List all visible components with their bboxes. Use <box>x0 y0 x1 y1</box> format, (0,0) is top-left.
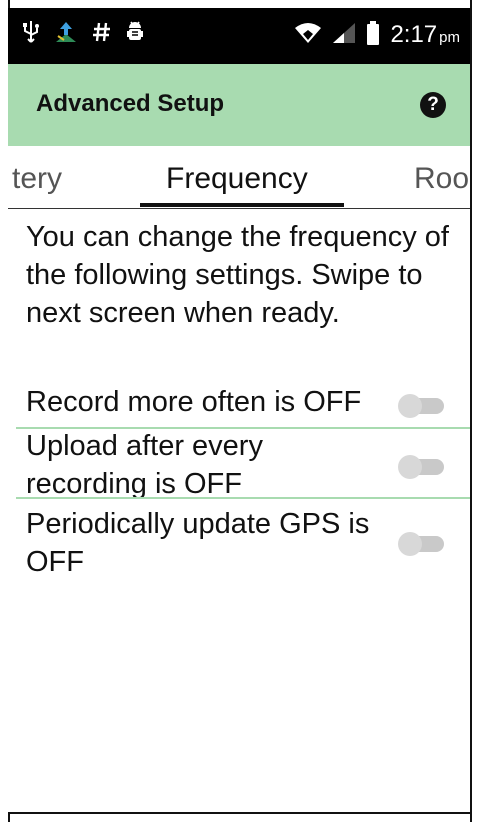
android-debug-icon <box>126 20 144 50</box>
device-frame-right <box>470 0 472 822</box>
record-more-often-toggle[interactable] <box>398 394 446 418</box>
tab-frequency[interactable]: Frequency <box>166 162 308 196</box>
upload-sync-icon <box>54 20 78 50</box>
setting-row-record-more-often[interactable]: Record more often is OFF <box>8 378 470 434</box>
app-screen: 2:17 pm Advanced Setup ? tery Frequency R… <box>8 8 470 812</box>
clock-time: 2:17 <box>390 21 438 48</box>
status-bar-notifications <box>22 20 144 50</box>
status-bar-system: 2:17 pm <box>294 20 460 50</box>
clock-ampm: pm <box>439 29 460 46</box>
periodically-update-gps-toggle[interactable] <box>398 532 446 556</box>
setting-row-upload-after-recording[interactable]: Upload after every recording is OFF <box>8 429 470 500</box>
device-frame-bottom <box>8 812 472 814</box>
toggle-thumb <box>398 532 422 556</box>
wifi-icon <box>294 22 322 49</box>
tab-battery[interactable]: tery <box>12 162 62 196</box>
toggle-thumb <box>398 394 422 418</box>
setting-label-record-more-often: Record more often is OFF <box>26 386 362 418</box>
app-bar: Advanced Setup ? <box>8 64 470 146</box>
page-title: Advanced Setup <box>36 90 225 117</box>
tab-strip[interactable]: tery Frequency Roo <box>8 146 470 209</box>
help-icon[interactable]: ? <box>420 92 446 118</box>
usb-icon <box>22 20 40 50</box>
hash-icon <box>92 21 112 49</box>
intro-text: You can change the frequency of the foll… <box>26 221 449 329</box>
status-bar-clock: 2:17 pm <box>390 21 460 49</box>
tab-room[interactable]: Roo <box>414 162 469 196</box>
upload-after-recording-toggle[interactable] <box>398 455 446 479</box>
battery-icon <box>366 20 380 50</box>
toggle-thumb <box>398 455 422 479</box>
cell-signal-icon <box>332 22 356 49</box>
setting-row-periodically-update-gps[interactable]: Periodically update GPS is OFF <box>8 499 470 579</box>
setting-label-upload-after-recording: Upload after every recording is OFF <box>26 430 263 500</box>
active-tab-indicator <box>140 203 344 207</box>
setting-label-periodically-update-gps: Periodically update GPS is OFF <box>26 508 370 578</box>
status-bar: 2:17 pm <box>8 8 470 64</box>
